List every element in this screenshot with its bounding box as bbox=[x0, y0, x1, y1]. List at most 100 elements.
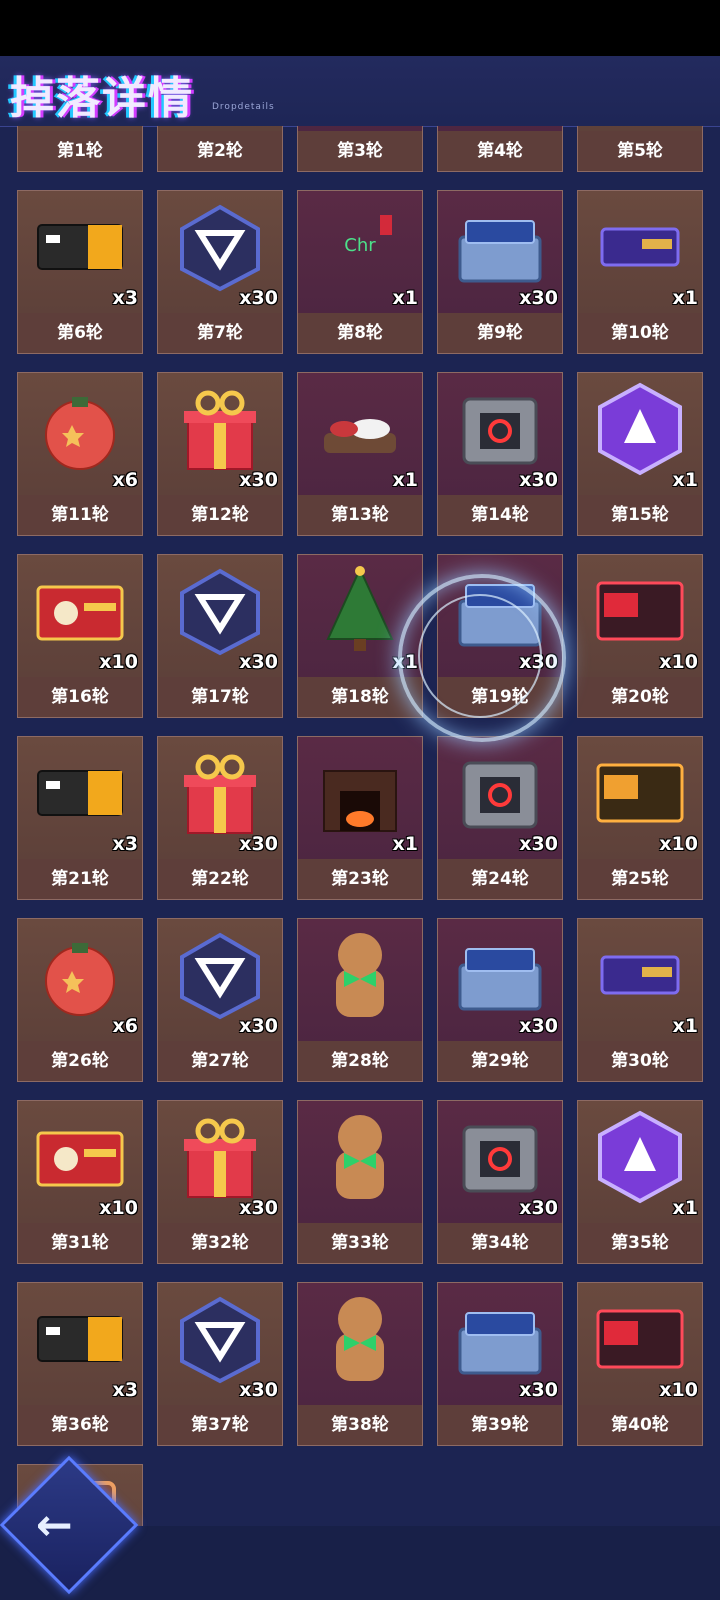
christmas-sign-icon: Chr bbox=[344, 215, 392, 256]
reward-card[interactable]: x30 第19轮 bbox=[437, 554, 563, 718]
item-image: x1 bbox=[578, 191, 702, 313]
reward-card[interactable]: x30 第29轮 bbox=[437, 918, 563, 1082]
round-label: 第34轮 bbox=[438, 1223, 562, 1263]
round-label: 第26轮 bbox=[18, 1041, 142, 1081]
item-image: x6 bbox=[18, 919, 142, 1041]
emblem-icon bbox=[180, 204, 260, 292]
reward-card[interactable]: x30 第34轮 bbox=[437, 1100, 563, 1264]
item-quantity: x1 bbox=[672, 469, 698, 491]
reward-card[interactable]: 第28轮 bbox=[297, 918, 423, 1082]
item-image: x10 bbox=[578, 737, 702, 859]
drop-list-viewport[interactable]: 第1轮 第2轮 第3轮 第4轮 第5轮 x3 第6轮 x30 第7轮 Chr x1 第8轮 x30 第9轮… bbox=[0, 126, 720, 1526]
orange-card-icon bbox=[596, 763, 684, 823]
round-label: 第3轮 bbox=[298, 131, 422, 171]
emblem-icon bbox=[180, 932, 260, 1020]
reward-card[interactable]: x30 第37轮 bbox=[157, 1282, 283, 1446]
reward-card[interactable]: 第5轮 bbox=[577, 126, 703, 172]
reward-card[interactable]: x30 第24轮 bbox=[437, 736, 563, 900]
round-label: 第11轮 bbox=[18, 495, 142, 535]
reward-card[interactable]: x30 第17轮 bbox=[157, 554, 283, 718]
round-label: 第6轮 bbox=[18, 313, 142, 353]
item-quantity: x1 bbox=[672, 287, 698, 309]
reward-card[interactable]: Chr x1 第8轮 bbox=[297, 190, 423, 354]
reward-card[interactable]: x1 第23轮 bbox=[297, 736, 423, 900]
reward-card[interactable]: x1 第30轮 bbox=[577, 918, 703, 1082]
item-quantity: x30 bbox=[239, 469, 278, 491]
card-pack-icon bbox=[600, 955, 680, 995]
reward-card[interactable]: x30 第9轮 bbox=[437, 190, 563, 354]
reward-card[interactable]: x10 第16轮 bbox=[17, 554, 143, 718]
item-image: x1 bbox=[298, 373, 422, 495]
reward-card[interactable]: 第33轮 bbox=[297, 1100, 423, 1264]
fireplace-icon bbox=[323, 770, 397, 832]
reward-card[interactable]: 第2轮 bbox=[157, 126, 283, 172]
reward-card[interactable]: x30 第14轮 bbox=[437, 372, 563, 536]
reward-card[interactable]: x3 第36轮 bbox=[17, 1282, 143, 1446]
item-quantity: x30 bbox=[519, 1197, 558, 1219]
reward-card[interactable]: x10 第25轮 bbox=[577, 736, 703, 900]
ticket-icon bbox=[37, 1316, 123, 1362]
round-label: 第32轮 bbox=[158, 1223, 282, 1263]
back-arrow-icon[interactable]: ← bbox=[36, 1500, 73, 1551]
reward-card[interactable]: x10 第40轮 bbox=[577, 1282, 703, 1446]
round-label: 第29轮 bbox=[438, 1041, 562, 1081]
round-label: 第2轮 bbox=[158, 131, 282, 171]
reward-card[interactable]: x6 第26轮 bbox=[17, 918, 143, 1082]
reward-card[interactable]: x1 第10轮 bbox=[577, 190, 703, 354]
reward-card[interactable]: x6 第11轮 bbox=[17, 372, 143, 536]
reward-card[interactable]: 第3轮 bbox=[297, 126, 423, 172]
reward-card[interactable]: x3 第6轮 bbox=[17, 190, 143, 354]
reward-card[interactable]: x1 第35轮 bbox=[577, 1100, 703, 1264]
round-label: 第12轮 bbox=[158, 495, 282, 535]
emblem-icon bbox=[180, 1296, 260, 1384]
reward-card[interactable]: x3 第21轮 bbox=[17, 736, 143, 900]
item-quantity: x1 bbox=[392, 287, 418, 309]
reward-card[interactable]: x30 第39轮 bbox=[437, 1282, 563, 1446]
page-title: 掉落详情 bbox=[10, 73, 194, 124]
purple-hexagon-icon bbox=[598, 1110, 682, 1204]
red-coupon-icon bbox=[36, 1131, 124, 1187]
supply-crate-icon bbox=[462, 397, 538, 465]
gift-box-icon bbox=[184, 754, 256, 834]
reward-card[interactable]: x30 第12轮 bbox=[157, 372, 283, 536]
round-label: 第9轮 bbox=[438, 313, 562, 353]
reward-card[interactable]: x30 第22轮 bbox=[157, 736, 283, 900]
item-image: x10 bbox=[578, 1283, 702, 1405]
item-image bbox=[298, 1283, 422, 1405]
item-quantity: x1 bbox=[392, 651, 418, 673]
item-quantity: x30 bbox=[519, 651, 558, 673]
ornament-icon bbox=[45, 943, 115, 1016]
item-image: x30 bbox=[438, 373, 562, 495]
gift-box-icon bbox=[184, 1118, 256, 1198]
item-image: x30 bbox=[158, 555, 282, 677]
item-image bbox=[298, 919, 422, 1041]
reward-card[interactable]: 第4轮 bbox=[437, 126, 563, 172]
item-quantity: x30 bbox=[519, 287, 558, 309]
item-quantity: x3 bbox=[112, 833, 138, 855]
emblem-icon bbox=[180, 568, 260, 656]
reward-card[interactable]: x30 第27轮 bbox=[157, 918, 283, 1082]
item-image: x30 bbox=[158, 191, 282, 313]
item-quantity: x30 bbox=[519, 833, 558, 855]
drop-grid: 第1轮 第2轮 第3轮 第4轮 第5轮 x3 第6轮 x30 第7轮 Chr x1 第8轮 x30 第9轮… bbox=[17, 126, 703, 1526]
round-label: 第31轮 bbox=[18, 1223, 142, 1263]
reward-card[interactable]: x1 第13轮 bbox=[297, 372, 423, 536]
gift-box-icon bbox=[184, 390, 256, 470]
round-label: 第28轮 bbox=[298, 1041, 422, 1081]
item-quantity: x3 bbox=[112, 287, 138, 309]
item-image: x1 bbox=[298, 555, 422, 677]
reward-card[interactable]: x1 第15轮 bbox=[577, 372, 703, 536]
item-image: x3 bbox=[18, 191, 142, 313]
item-quantity: x1 bbox=[392, 469, 418, 491]
item-image: x3 bbox=[18, 1283, 142, 1405]
reward-card[interactable]: x30 第7轮 bbox=[157, 190, 283, 354]
reward-card[interactable]: x10 第31轮 bbox=[17, 1100, 143, 1264]
round-label: 第25轮 bbox=[578, 859, 702, 899]
reward-card[interactable]: 第1轮 bbox=[17, 126, 143, 172]
round-label: 第23轮 bbox=[298, 859, 422, 899]
reward-card[interactable]: x1 第18轮 bbox=[297, 554, 423, 718]
reward-card[interactable]: x30 第32轮 bbox=[157, 1100, 283, 1264]
reward-card[interactable]: x10 第20轮 bbox=[577, 554, 703, 718]
item-quantity: x1 bbox=[392, 833, 418, 855]
reward-card[interactable]: 第38轮 bbox=[297, 1282, 423, 1446]
